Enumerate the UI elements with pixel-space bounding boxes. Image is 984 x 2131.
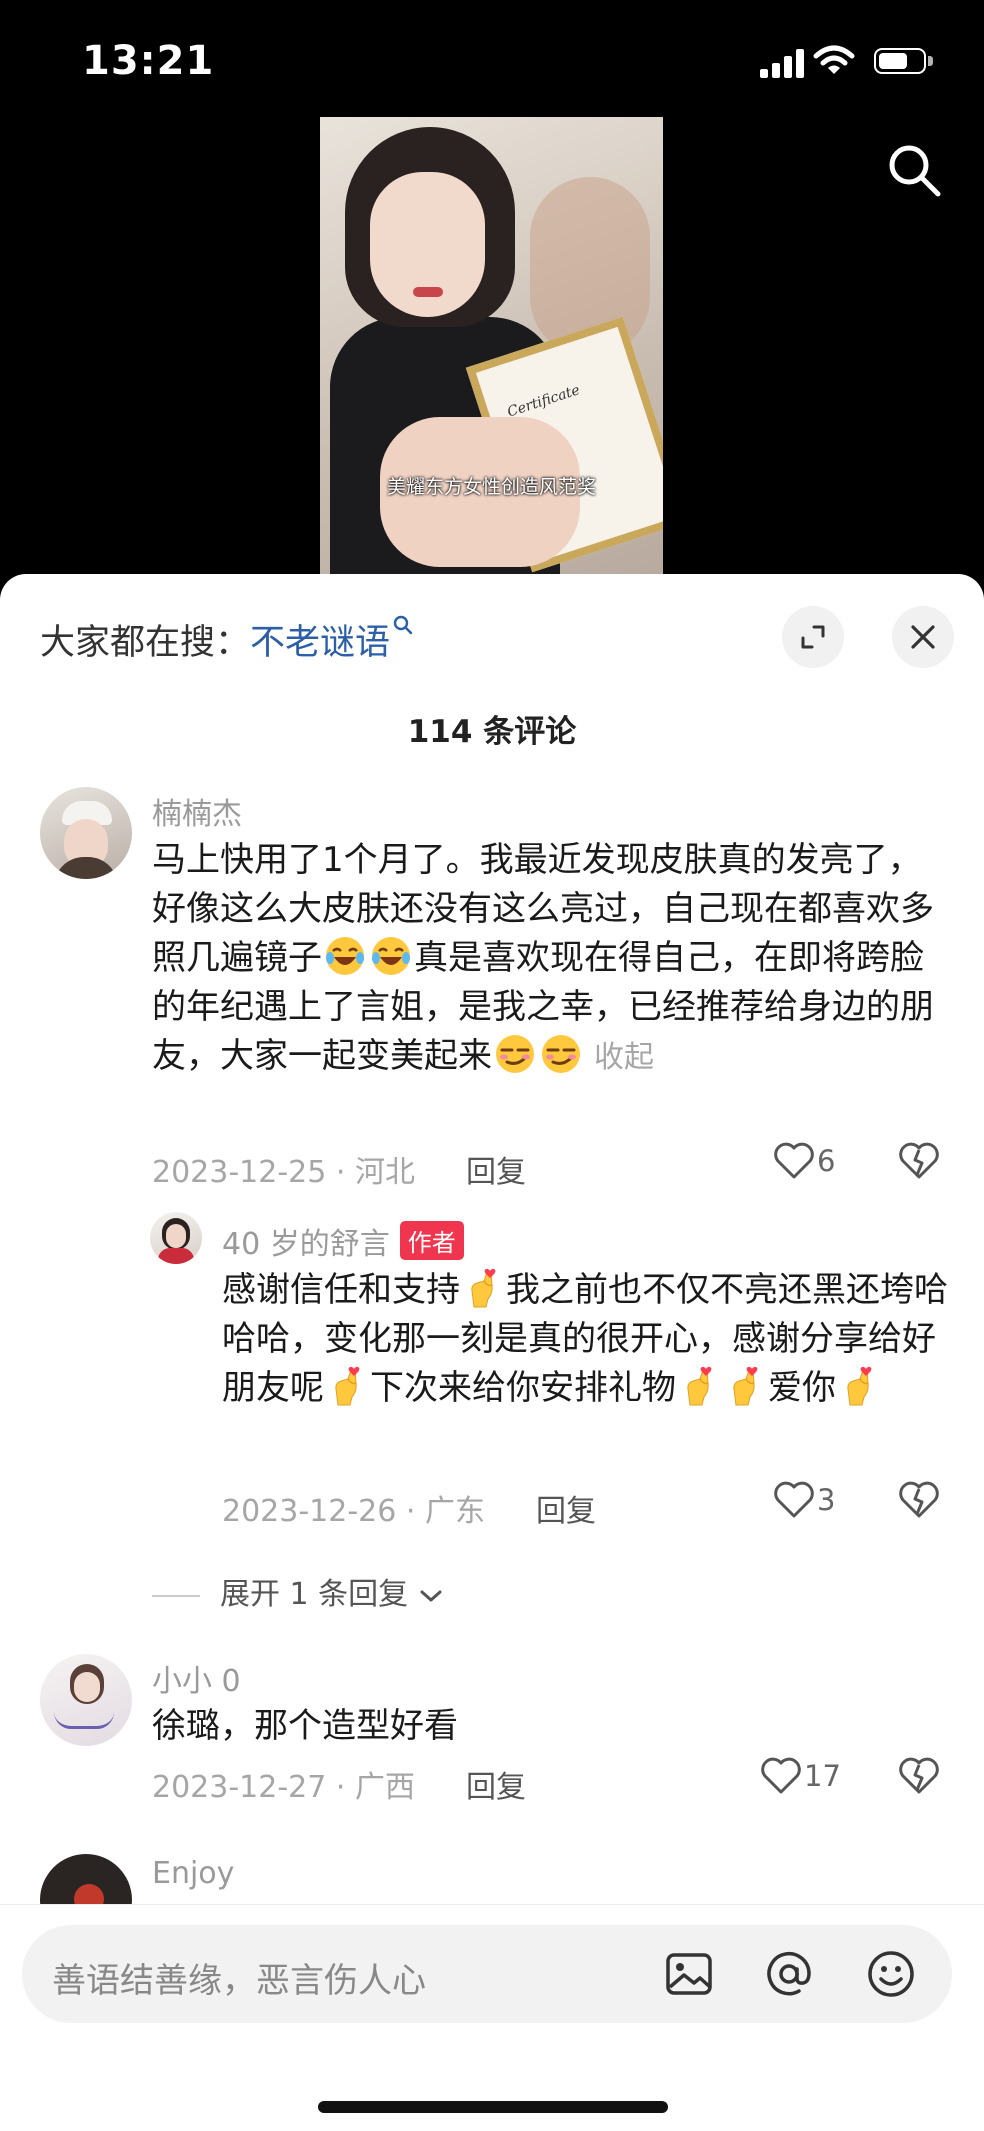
status-time: 13:21 [82,38,215,84]
finger-heart-emoji-icon [687,1366,712,1406]
laughing-tears-emoji-icon [372,937,410,975]
comment-text: 感谢信任和支持 我之前也不仅不亮还黑还垮哈哈哈，变化那一刻是真的很开心，感谢分享给… [222,1266,952,1413]
avatar[interactable] [40,1654,132,1746]
emoji-icon[interactable] [864,1947,918,2001]
reply-button[interactable]: 回复 [466,1147,526,1191]
heart-icon [761,1757,801,1794]
video-player[interactable]: Certificate 美耀东方女性创造风范奖 [320,117,663,574]
collapse-link[interactable]: 收起 [594,1040,654,1075]
comment-text: 马上快用了1个月了。我最近发现皮肤真的发亮了，好像这么大皮肤还没有这么亮过，自己… [152,840,934,1076]
laughing-tears-emoji-icon [326,937,364,975]
like-count: 3 [817,1483,836,1517]
cellular-signal-icon [760,48,804,78]
finger-heart-emoji-icon [471,1268,496,1308]
comment-username[interactable]: Enjoy [152,1856,234,1891]
comment-date-location: 2023-12-27 · 广西 [152,1770,415,1805]
dislike-icon[interactable] [898,1142,940,1180]
heart-icon [774,1481,814,1518]
video-caption: 美耀东方女性创造风范奖 [386,476,596,498]
image-icon[interactable] [662,1947,716,2001]
avatar[interactable] [150,1212,202,1264]
finger-heart-emoji-icon [847,1366,872,1406]
comment-username[interactable]: 40 岁的舒言 作者 [222,1219,464,1263]
search-icon[interactable] [884,140,944,200]
comment-input-placeholder: 善语结善缘，恶言伤人心 [52,1961,426,2001]
dislike-icon[interactable] [898,1757,940,1795]
comment-input[interactable]: 善语结善缘，恶言伤人心 [22,1925,952,2023]
like-count: 6 [817,1144,836,1178]
battery-icon [874,48,936,78]
comment-username[interactable]: 楠楠杰 [152,789,242,833]
like-button[interactable]: 6 [773,1142,835,1180]
expand-replies-button[interactable]: 展开 1 条回复 [152,1569,444,1613]
reply-button[interactable]: 回复 [536,1486,596,1530]
expand-button[interactable] [782,606,844,668]
finger-heart-emoji-icon [733,1366,758,1406]
home-indicator[interactable] [318,2101,668,2113]
like-button[interactable]: 3 [773,1481,835,1519]
like-count: 17 [804,1759,841,1793]
comment-date-location: 2023-12-25 · 河北 [152,1155,415,1190]
wifi-icon [813,45,855,74]
chevron-down-icon [420,1590,442,1601]
heart-icon [774,1142,814,1179]
close-icon [911,625,935,649]
author-badge: 作者 [399,1221,464,1260]
reply-button[interactable]: 回复 [466,1762,526,1806]
comment-panel: 大家都在搜：不老谜语 114 条评论 楠楠杰 马上快用了1个月了。我最近发现皮肤… [0,574,984,2130]
smirk-emoji-icon [496,1035,534,1073]
comment-input-bar: 善语结善缘，恶言伤人心 [0,1904,984,2131]
divider [152,1594,200,1597]
close-button[interactable] [892,606,954,668]
hot-search-keyword[interactable]: 不老谜语 [250,623,390,663]
like-button[interactable]: 17 [760,1757,841,1795]
comment-count: 114 条评论 [407,714,577,750]
hot-search[interactable]: 大家都在搜：不老谜语 [40,614,414,665]
search-icon [393,615,413,635]
hot-search-prefix: 大家都在搜： [40,623,251,663]
status-bar: 13:21 [0,0,984,120]
at-icon[interactable] [762,1947,816,2001]
expand-icon [801,625,825,649]
comment-text: 徐璐，那个造型好看 [152,1706,458,1746]
comment-date-location: 2023-12-26 · 广东 [222,1494,485,1529]
dislike-icon[interactable] [898,1481,940,1519]
comment-username[interactable]: 小小 0 [152,1656,241,1700]
avatar[interactable] [40,787,132,879]
smirk-emoji-icon [542,1035,580,1073]
finger-heart-emoji-icon [335,1366,360,1406]
